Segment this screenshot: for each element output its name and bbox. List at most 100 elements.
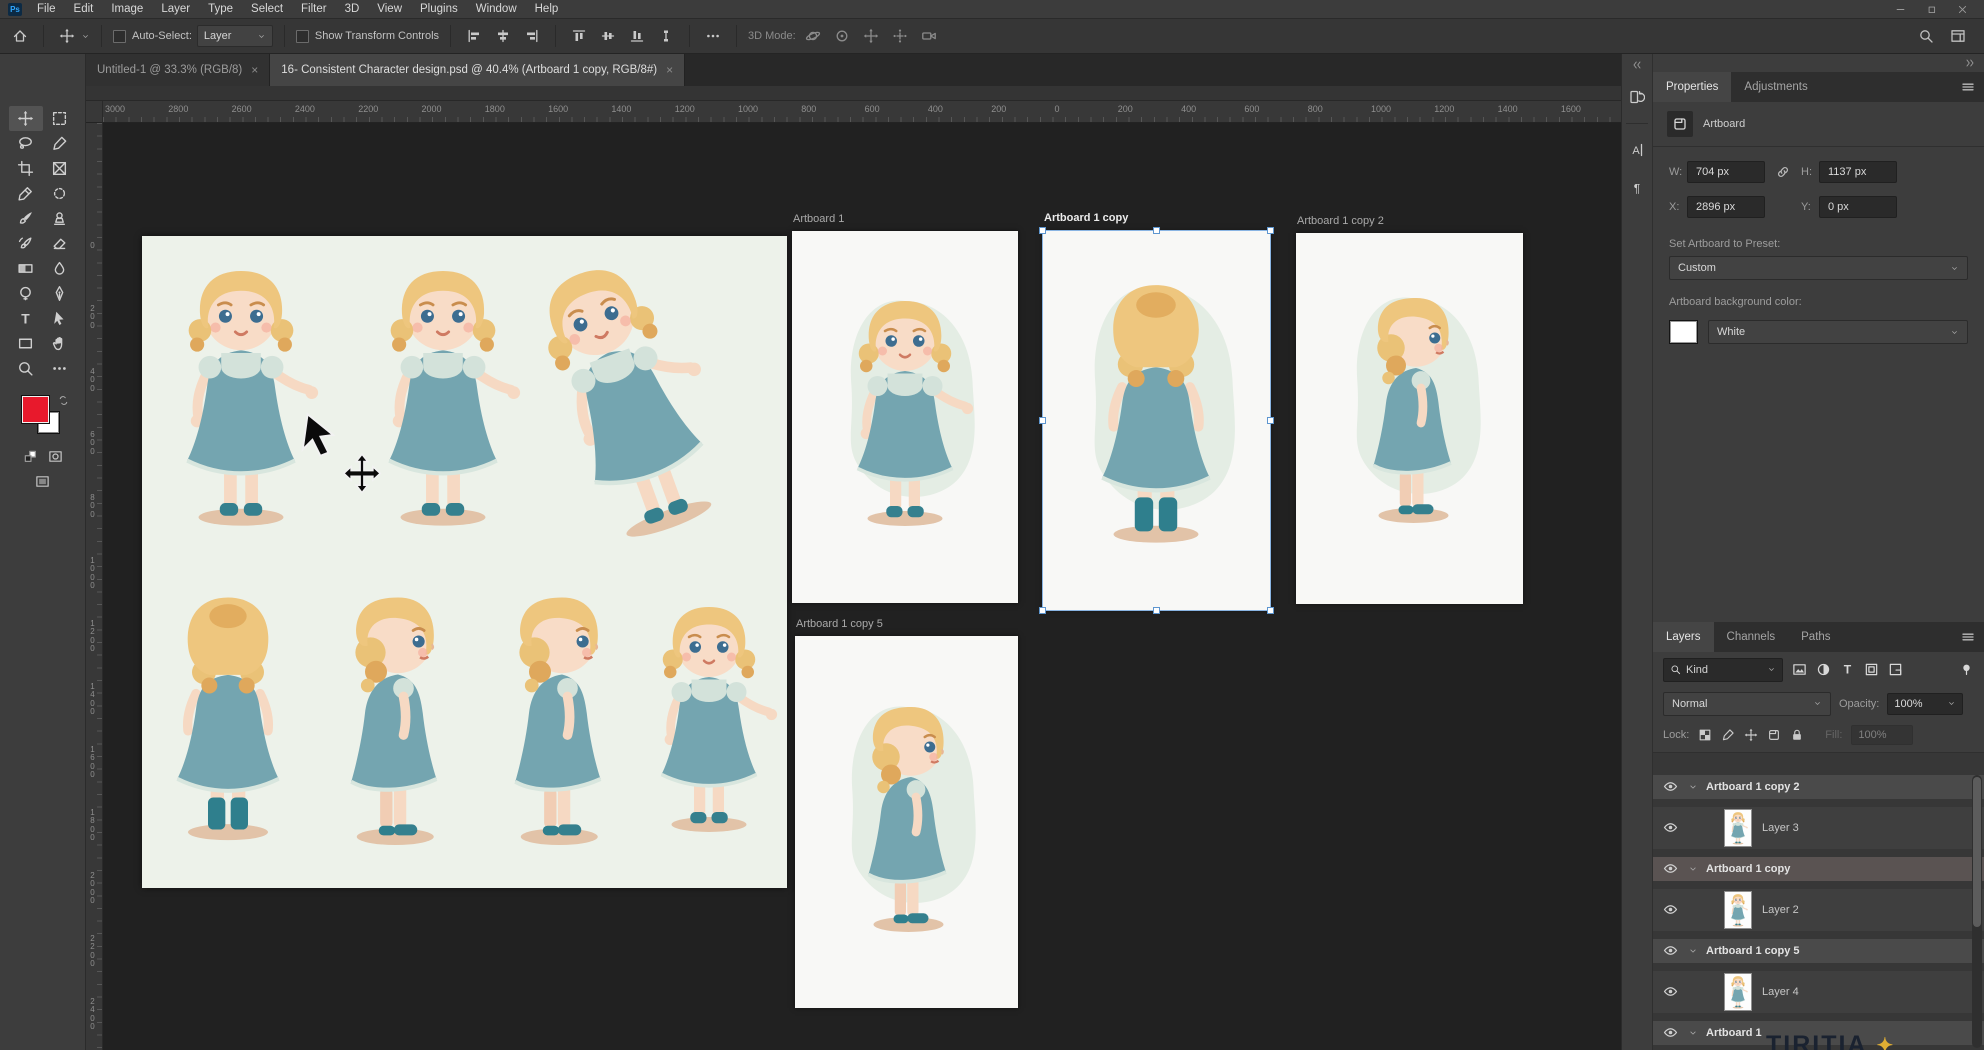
hand-tool[interactable]: [43, 331, 77, 356]
artboard-1-copy-2[interactable]: [1296, 233, 1523, 604]
selection-handle[interactable]: [1267, 227, 1274, 234]
selection-handle[interactable]: [1267, 607, 1274, 614]
layer-row-artboard[interactable]: Artboard 1 copy 5: [1653, 939, 1984, 963]
screen-mode-icon[interactable]: [35, 474, 50, 489]
canvas[interactable]: Artboard 1 Artboard 1 copy Artboard 1 co…: [103, 123, 1621, 1050]
layer-row[interactable]: Layer 3: [1653, 807, 1984, 849]
expand-panels-icon[interactable]: [1964, 57, 1976, 69]
history-brush-tool[interactable]: [9, 231, 43, 256]
menu-window[interactable]: Window: [467, 3, 526, 15]
eye-icon[interactable]: [1660, 861, 1680, 876]
layers-scrollbar[interactable]: [1972, 775, 1982, 1049]
menu-image[interactable]: Image: [102, 3, 152, 15]
menu-filter[interactable]: Filter: [292, 3, 336, 15]
color-swatches[interactable]: [17, 395, 69, 439]
layer-row-artboard[interactable]: Artboard 1 copy: [1653, 857, 1984, 881]
menu-select[interactable]: Select: [242, 3, 292, 15]
auto-select-target-dropdown[interactable]: Layer: [197, 25, 273, 47]
layer-row[interactable]: Layer 2: [1653, 889, 1984, 931]
dodge-tool[interactable]: [9, 281, 43, 306]
foreground-color-swatch[interactable]: [21, 395, 50, 424]
close-icon[interactable]: [1957, 4, 1968, 15]
restore-icon[interactable]: [1926, 4, 1937, 15]
panel-menu-icon[interactable]: [1960, 72, 1984, 102]
workspace-switcher-icon[interactable]: [1950, 28, 1966, 44]
pen-tool[interactable]: [43, 281, 77, 306]
filter-kind-select[interactable]: Kind: [1663, 658, 1783, 682]
artboard-label[interactable]: Artboard 1 copy 5: [796, 618, 883, 630]
selection-handle[interactable]: [1039, 417, 1046, 424]
type-tool[interactable]: T: [9, 306, 43, 331]
3d-camera-icon[interactable]: [917, 24, 941, 48]
artboard-1-copy[interactable]: [1043, 231, 1270, 610]
more-tools-tool[interactable]: [43, 356, 77, 381]
minimize-icon[interactable]: [1895, 4, 1906, 15]
menu-edit[interactable]: Edit: [65, 3, 103, 15]
artboard-1[interactable]: [792, 231, 1018, 603]
filter-pixel-layers-icon[interactable]: [1792, 662, 1807, 677]
selection-handle[interactable]: [1153, 607, 1160, 614]
home-icon[interactable]: [8, 24, 32, 48]
distribute-vertical-icon[interactable]: [654, 24, 678, 48]
selection-handle[interactable]: [1153, 227, 1160, 234]
filter-type-layers-icon[interactable]: T: [1840, 662, 1855, 677]
zoom-tool[interactable]: [9, 356, 43, 381]
artboard-preset-select[interactable]: Custom: [1669, 256, 1968, 280]
character-reference-sheet[interactable]: [142, 236, 787, 888]
menu-help[interactable]: Help: [526, 3, 568, 15]
marquee-tool[interactable]: [43, 106, 77, 131]
history-panel-icon[interactable]: [1625, 85, 1649, 109]
blend-mode-select[interactable]: Normal: [1663, 692, 1831, 716]
width-field[interactable]: 704 px: [1687, 161, 1765, 183]
3d-roll-icon[interactable]: [830, 24, 854, 48]
artboard-label-selected[interactable]: Artboard 1 copy: [1044, 212, 1128, 224]
menu-3d[interactable]: 3D: [336, 3, 369, 15]
menu-view[interactable]: View: [368, 3, 411, 15]
menu-type[interactable]: Type: [199, 3, 242, 15]
brush-tool[interactable]: [9, 206, 43, 231]
show-transform-checkbox[interactable]: Show Transform Controls: [296, 30, 439, 43]
eye-icon[interactable]: [1660, 902, 1680, 917]
healing-tool[interactable]: [43, 181, 77, 206]
link-dimensions-icon[interactable]: [1765, 164, 1801, 180]
x-field[interactable]: 2896 px: [1687, 196, 1765, 218]
layer-row-artboard[interactable]: Artboard 1 copy 2: [1653, 775, 1984, 799]
swap-colors-icon[interactable]: [58, 395, 69, 406]
chevron-down-icon[interactable]: [1688, 946, 1698, 956]
height-field[interactable]: 1137 px: [1819, 161, 1897, 183]
3d-orbit-icon[interactable]: [801, 24, 825, 48]
search-icon[interactable]: [1918, 28, 1934, 44]
character-panel-icon[interactable]: A: [1625, 138, 1649, 162]
stamp-tool[interactable]: [43, 206, 77, 231]
document-tab[interactable]: Untitled-1 @ 33.3% (RGB/8)×: [86, 54, 270, 86]
distribute-top-icon[interactable]: [567, 24, 591, 48]
tab-channels[interactable]: Channels: [1714, 622, 1789, 652]
chevron-down-icon[interactable]: [1688, 782, 1698, 792]
3d-drag-icon[interactable]: [859, 24, 883, 48]
filter-shape-layers-icon[interactable]: [1864, 662, 1879, 677]
align-right-icon[interactable]: [520, 24, 544, 48]
eyedropper-tool[interactable]: [9, 181, 43, 206]
move-tool[interactable]: [9, 106, 43, 131]
tab-paths[interactable]: Paths: [1788, 622, 1843, 652]
scrollbar-thumb[interactable]: [1973, 777, 1981, 927]
eraser-tool[interactable]: [43, 231, 77, 256]
panel-menu-icon[interactable]: [1960, 622, 1984, 652]
crop-tool[interactable]: [9, 156, 43, 181]
eye-icon[interactable]: [1660, 984, 1680, 999]
filter-toggle-icon[interactable]: [1959, 662, 1974, 677]
layer-thumbnail[interactable]: [1724, 809, 1752, 847]
3d-slide-icon[interactable]: [888, 24, 912, 48]
lock-position-icon[interactable]: [1744, 728, 1758, 742]
selection-handle[interactable]: [1267, 417, 1274, 424]
more-options-icon[interactable]: [701, 24, 725, 48]
auto-select-checkbox[interactable]: Auto-Select:: [113, 30, 192, 43]
shape-tool[interactable]: [9, 331, 43, 356]
lock-artboard-icon[interactable]: [1767, 728, 1781, 742]
layer-thumbnail[interactable]: [1724, 973, 1752, 1011]
document-tab[interactable]: 16- Consistent Character design.psd @ 40…: [270, 54, 685, 86]
align-center-icon[interactable]: [491, 24, 515, 48]
chevron-down-icon[interactable]: [1688, 864, 1698, 874]
path-select-tool[interactable]: [43, 306, 77, 331]
artboard-label[interactable]: Artboard 1: [793, 213, 844, 225]
